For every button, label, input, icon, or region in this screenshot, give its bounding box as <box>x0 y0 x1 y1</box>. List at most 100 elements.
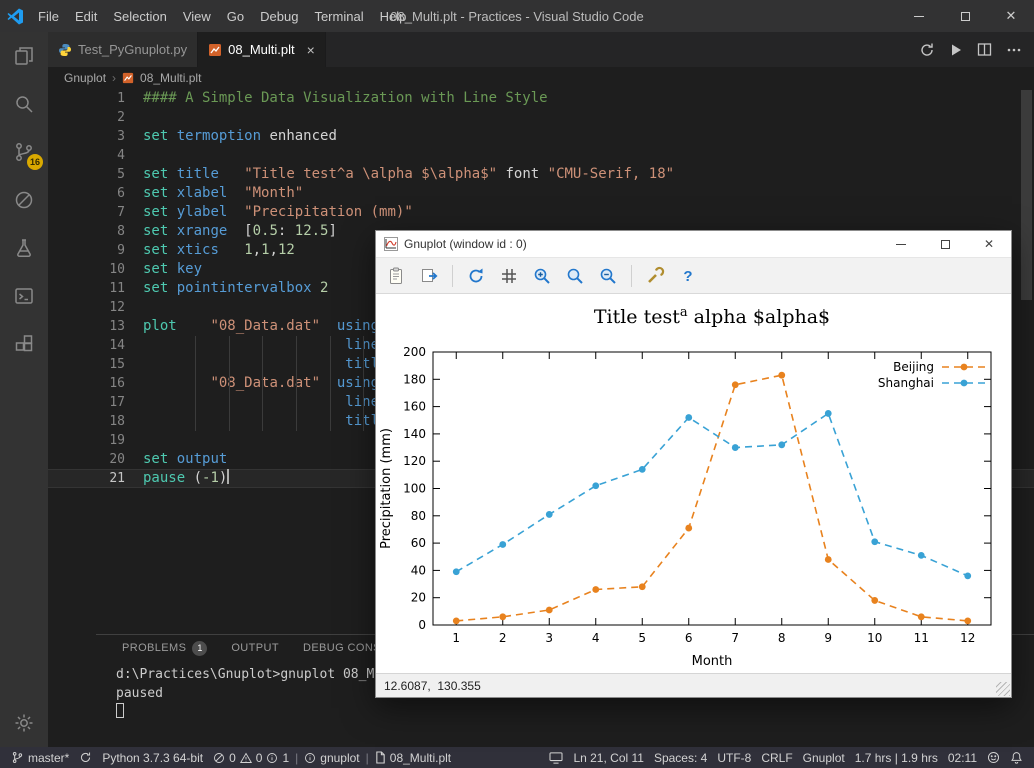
replot-icon[interactable] <box>464 264 488 288</box>
gnuplot-close-icon[interactable]: ✕ <box>967 231 1011 257</box>
notifications-item[interactable] <box>1005 747 1028 768</box>
close-icon[interactable]: ✕ <box>988 0 1034 32</box>
grid-icon[interactable] <box>497 264 521 288</box>
time-tracker-item[interactable]: 1.7 hrs | 1.9 hrs <box>850 747 943 768</box>
debug-icon[interactable] <box>0 176 48 224</box>
vscode-logo-icon <box>0 8 30 25</box>
menu-debug[interactable]: Debug <box>252 0 306 32</box>
line-number[interactable]: 20 <box>48 450 143 469</box>
line-number[interactable]: 19 <box>48 431 143 450</box>
code-line-5[interactable]: 5 set title "Title test^a \alpha $\alpha$… <box>48 165 1034 184</box>
line-number[interactable]: 3 <box>48 127 143 146</box>
git-branch-item[interactable]: master* <box>6 747 74 768</box>
line-number[interactable]: 12 <box>48 298 143 317</box>
line-number[interactable]: 14 <box>48 336 143 355</box>
settings-wrench-icon[interactable] <box>643 264 667 288</box>
menu-view[interactable]: View <box>175 0 219 32</box>
run-icon[interactable] <box>949 43 963 57</box>
screencast-item[interactable] <box>544 747 568 768</box>
python-interpreter-item[interactable]: Python 3.7.3 64-bit <box>97 747 208 768</box>
line-number[interactable]: 17 <box>48 393 143 412</box>
breadcrumb-file[interactable]: 08_Multi.plt <box>140 71 201 85</box>
language-mode-label: Gnuplot <box>802 750 845 765</box>
minimize-icon[interactable] <box>896 0 942 32</box>
help-icon[interactable]: ? <box>676 264 700 288</box>
gnuplot-minimize-icon[interactable] <box>879 231 923 257</box>
menu-file[interactable]: File <box>30 0 67 32</box>
svg-text:8: 8 <box>778 631 786 645</box>
gnuplot-window[interactable]: Gnuplot (window id : 0) ✕ ? Title testa … <box>375 230 1012 698</box>
code-line-1[interactable]: 1 #### A Simple Data Visualization with L… <box>48 89 1034 108</box>
menu-go[interactable]: Go <box>219 0 252 32</box>
code-line-3[interactable]: 3 set termoption enhanced <box>48 127 1034 146</box>
more-actions-icon[interactable] <box>1006 42 1022 58</box>
tab-test-pygnuplot[interactable]: Test_PyGnuplot.py <box>48 32 199 67</box>
split-editor-icon[interactable] <box>977 42 992 57</box>
gnuplot-chart[interactable]: Title testa alpha $alpha$020406080100120… <box>376 295 1011 676</box>
indent-guide <box>229 336 230 431</box>
line-number[interactable]: 7 <box>48 203 143 222</box>
code-line-6[interactable]: 6 set xlabel "Month" <box>48 184 1034 203</box>
gnuplot-maximize-icon[interactable] <box>923 231 967 257</box>
svg-text:140: 140 <box>403 427 426 441</box>
indentation-item[interactable]: Spaces: 4 <box>649 747 712 768</box>
line-number[interactable]: 13 <box>48 317 143 336</box>
test-flask-icon[interactable] <box>0 224 48 272</box>
code-line-7[interactable]: 7 set ylabel "Precipitation (mm)" <box>48 203 1034 222</box>
line-number[interactable]: 21 <box>48 469 143 488</box>
zoom-reset-icon[interactable] <box>563 264 587 288</box>
language-mode-item[interactable]: Gnuplot <box>798 747 850 768</box>
source-control-icon[interactable]: 16 <box>0 128 48 176</box>
zoom-out-icon[interactable] <box>596 264 620 288</box>
panel-tab-output[interactable]: OUTPUT <box>221 642 289 654</box>
menu-selection[interactable]: Selection <box>105 0 174 32</box>
line-number[interactable]: 5 <box>48 165 143 184</box>
tab-close-icon[interactable]: × <box>307 43 315 57</box>
line-number[interactable]: 4 <box>48 146 143 165</box>
manage-gear-icon[interactable] <box>0 699 48 747</box>
line-number[interactable]: 15 <box>48 355 143 374</box>
terminal-panel-icon[interactable] <box>0 272 48 320</box>
encoding-item[interactable]: UTF-8 <box>712 747 756 768</box>
line-number[interactable]: 1 <box>48 89 143 108</box>
extensions-icon[interactable] <box>0 320 48 368</box>
explorer-icon[interactable] <box>0 32 48 80</box>
gnuplot-plot-canvas[interactable]: Title testa alpha $alpha$ 0 20 40 60 80 100 120… <box>376 295 1011 673</box>
line-number[interactable]: 16 <box>48 374 143 393</box>
panel-tab-problems[interactable]: PROBLEMS 1 <box>112 640 217 656</box>
gnuplot-extension-item[interactable]: gnuplot <box>299 747 364 768</box>
line-number[interactable]: 2 <box>48 108 143 127</box>
line-number[interactable]: 10 <box>48 260 143 279</box>
line-number[interactable]: 11 <box>48 279 143 298</box>
problems-status-item[interactable]: 0 0 1 <box>208 747 294 768</box>
editor-scrollbar[interactable] <box>1021 90 1032 300</box>
breadcrumb-folder[interactable]: Gnuplot <box>64 71 106 85</box>
warning-count: 0 <box>255 750 263 765</box>
maximize-icon[interactable] <box>942 0 988 32</box>
sync-icon[interactable] <box>919 42 935 58</box>
menu-terminal[interactable]: Terminal <box>306 0 371 32</box>
svg-text:1: 1 <box>452 631 460 645</box>
menu-edit[interactable]: Edit <box>67 0 105 32</box>
svg-text:7: 7 <box>731 631 739 645</box>
copy-icon[interactable] <box>384 264 408 288</box>
search-icon[interactable] <box>0 80 48 128</box>
code-line-2[interactable]: 2 <box>48 108 1034 127</box>
line-number[interactable]: 8 <box>48 222 143 241</box>
svg-text:20: 20 <box>411 591 426 605</box>
eol-item[interactable]: CRLF <box>756 747 797 768</box>
resize-grip[interactable] <box>996 682 1010 696</box>
export-icon[interactable] <box>417 264 441 288</box>
sync-status-item[interactable] <box>74 747 97 768</box>
feedback-item[interactable] <box>982 747 1005 768</box>
code-line-4[interactable]: 4 <box>48 146 1034 165</box>
cursor-position-item[interactable]: Ln 21, Col 11 <box>568 747 649 768</box>
zoom-in-icon[interactable] <box>530 264 554 288</box>
tab-08-multi-plt[interactable]: 08_Multi.plt × <box>198 32 326 67</box>
info-icon <box>267 752 278 763</box>
gnuplot-titlebar[interactable]: Gnuplot (window id : 0) ✕ <box>376 231 1011 258</box>
line-number[interactable]: 9 <box>48 241 143 260</box>
line-number[interactable]: 18 <box>48 412 143 431</box>
active-file-item[interactable]: 08_Multi.plt <box>370 747 456 768</box>
line-number[interactable]: 6 <box>48 184 143 203</box>
